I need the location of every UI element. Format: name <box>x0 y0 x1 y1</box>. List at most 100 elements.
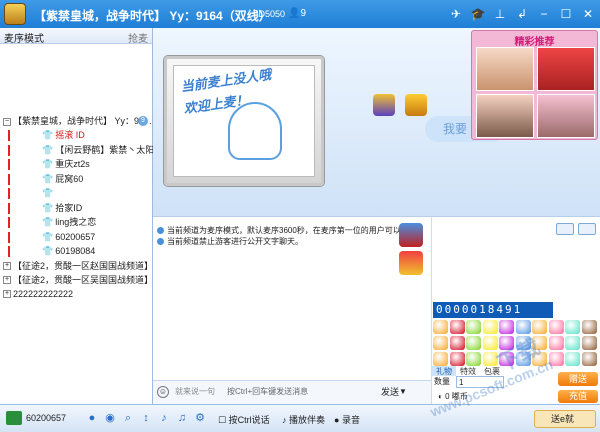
ctrl-talk-toggle[interactable]: ☐ 按Ctrl说话 <box>218 413 270 426</box>
send-button[interactable]: 发送 <box>381 386 399 398</box>
game-app-icon[interactable] <box>405 94 427 116</box>
gift-item-icon[interactable] <box>565 320 580 334</box>
expand-icon[interactable]: + <box>3 276 11 285</box>
plane-icon[interactable]: ✈ <box>448 6 464 22</box>
gift-item-icon[interactable] <box>466 320 481 334</box>
user-list-item[interactable]: 👕 重庆zt2s <box>0 157 152 172</box>
gift-item-icon[interactable] <box>581 320 597 334</box>
adjust-icon[interactable]: ↕ <box>140 411 152 425</box>
user-list-item[interactable]: 👕 【闲云野鹤】紫禁丶太阳 <box>0 143 154 158</box>
treasure-button[interactable]: 送e就 <box>534 410 596 428</box>
promo-panel[interactable]: 精彩推荐 <box>471 30 598 140</box>
user-shirt-icon: 👕 <box>42 159 54 169</box>
promo-photos <box>476 47 595 138</box>
channel-tree: − 【紫禁皇城，战争时代】 Yy：9 1 ... 9 👕 摇滚 ID 👕 【闲云野鹤】紫… <box>0 114 154 301</box>
drop-icon[interactable]: ● <box>86 411 98 425</box>
gift-item-icon[interactable] <box>433 320 448 334</box>
subchannel-list: + 【征途2，贯酸一区赵国国战频道】 + 【征途2，贯酸一区吴国国战频道】 +22222… <box>0 259 152 301</box>
send-options-icon[interactable]: ▼ <box>399 386 407 398</box>
user-name: 60198084 <box>55 246 96 256</box>
user-shirt-icon: 👕 <box>42 217 54 227</box>
promo-photo[interactable] <box>537 47 595 91</box>
settings-icon[interactable]: ⚙ <box>194 411 206 425</box>
user-list-item[interactable]: 👕 屁窝60 <box>0 172 152 187</box>
gift-item-icon[interactable] <box>482 320 498 334</box>
location-icon[interactable]: ◉ <box>104 411 116 425</box>
user-avatar[interactable] <box>6 411 22 425</box>
mic-indicator <box>8 231 10 243</box>
mic-icon[interactable]: ♪ <box>158 411 170 425</box>
window-controls: ✈ 🎓 ⊥ ↲ − ☐ ✕ <box>448 6 596 22</box>
gift-item-icon[interactable] <box>449 336 465 350</box>
gift-item-icon[interactable] <box>548 320 564 334</box>
gift-item-icon[interactable] <box>565 336 580 350</box>
user-shirt-icon: 👕 <box>42 130 54 140</box>
emoji-icon[interactable]: ☺ <box>157 386 169 398</box>
chat-tools <box>431 216 600 302</box>
gift-item-icon[interactable] <box>433 336 448 350</box>
chat-side-buttons <box>399 223 425 279</box>
gift-item-icon[interactable] <box>433 352 448 366</box>
user-list-item[interactable]: 👕 <box>0 186 152 201</box>
gift-item-icon[interactable] <box>449 352 465 366</box>
subchannel-item[interactable]: + 【征途2，贯酸一区吴国国战频道】 <box>0 273 152 287</box>
music-button[interactable]: ♪ 播放伴奏 <box>282 413 325 426</box>
user-list: 👕 摇滚 ID 👕 【闲云野鹤】紫禁丶太阳 👕 重庆zt2s 👕 屁窝60 👕 👕 拾家ID 👕 lin… <box>0 128 154 259</box>
gift-item-icon[interactable] <box>548 336 564 350</box>
expand-icon[interactable]: + <box>3 290 11 299</box>
cap-icon[interactable]: 🎓 <box>470 6 486 22</box>
gift-item-icon[interactable] <box>449 320 465 334</box>
close-icon[interactable]: ✕ <box>580 6 596 22</box>
gift-tab[interactable]: 特效 <box>456 366 480 376</box>
user-list-item[interactable]: 👕 60200657 <box>0 230 152 245</box>
user-shirt-icon: 👕 <box>42 231 54 242</box>
system-message-text: 当前频道为麦序模式，默认麦序3600秒，在麦序第一位的用户可以发言。 <box>167 226 425 235</box>
subchannel-item[interactable]: + 【征途2，贯酸一区赵国国战频道】 <box>0 259 152 273</box>
gift-item-icon[interactable] <box>499 320 514 334</box>
mode-bar: 麦序模式 抢麦 <box>0 28 152 45</box>
subchannel-label: 【征途2，贯酸一区赵国国战频道】 <box>13 260 152 271</box>
minimize-icon[interactable]: − <box>536 6 552 22</box>
promo-photo[interactable] <box>537 94 595 138</box>
user-list-item[interactable]: 👕 拾家ID <box>0 201 152 216</box>
maximize-icon[interactable]: ☐ <box>558 6 574 22</box>
subchannel-item[interactable]: +222222222222 <box>0 287 152 301</box>
screenshot-icon[interactable] <box>556 223 574 235</box>
image-icon[interactable] <box>578 223 596 235</box>
user-list-item[interactable]: 👕 摇滚 ID <box>0 128 152 143</box>
mic-indicator <box>8 144 10 156</box>
gift-item-icon[interactable] <box>565 352 580 366</box>
grab-mic-button[interactable]: 抢麦 <box>128 30 148 45</box>
gift-item-icon[interactable] <box>532 320 547 334</box>
subchannel-label: 【征途2，贯酸一区吴国国战频道】 <box>13 274 152 285</box>
user-list-item[interactable]: 👕 60198084 <box>0 244 152 259</box>
car-game-icon[interactable] <box>399 223 423 247</box>
gift-item-icon[interactable] <box>466 336 481 350</box>
expand-icon[interactable]: + <box>3 262 11 271</box>
search-icon[interactable]: ⌕ <box>122 411 134 425</box>
gift-item-icon[interactable] <box>581 336 597 350</box>
download-app-icon[interactable] <box>373 94 395 116</box>
give-gift-button[interactable]: 赠送 <box>558 372 598 386</box>
channel-root[interactable]: − 【紫禁皇城，战争时代】 Yy：9 1 ... 9 <box>0 114 152 128</box>
pin-icon[interactable]: ⊥ <box>492 6 508 22</box>
shop-icon[interactable] <box>399 251 423 275</box>
promo-photo[interactable] <box>476 47 534 91</box>
recharge-button[interactable]: 充值 <box>558 390 598 403</box>
collapse-icon[interactable]: − <box>3 117 11 126</box>
volume-icon[interactable]: ♫ <box>176 411 188 425</box>
gift-counter: 0000018491 <box>433 302 553 318</box>
record-label: 录音 <box>341 415 360 425</box>
back-icon[interactable]: ↲ <box>514 6 530 22</box>
user-list-item[interactable]: 👕 ling拽之恋 <box>0 215 152 230</box>
gift-item-icon[interactable] <box>581 352 597 366</box>
gift-item-icon[interactable] <box>466 352 481 366</box>
promo-photo[interactable] <box>476 94 534 138</box>
user-shirt-icon: 👕 <box>42 246 54 256</box>
gift-tab[interactable]: 礼物 <box>432 366 456 376</box>
request-mic-label: 我要 <box>443 122 468 136</box>
music-label: 播放伴奏 <box>289 415 326 425</box>
mode-label[interactable]: 麦序模式 <box>4 30 44 45</box>
stage-area: 当前麦上没人哦 欢迎上麦！ 我要 精彩推荐 <box>153 28 600 216</box>
record-button[interactable]: ● 录音 <box>334 413 360 426</box>
